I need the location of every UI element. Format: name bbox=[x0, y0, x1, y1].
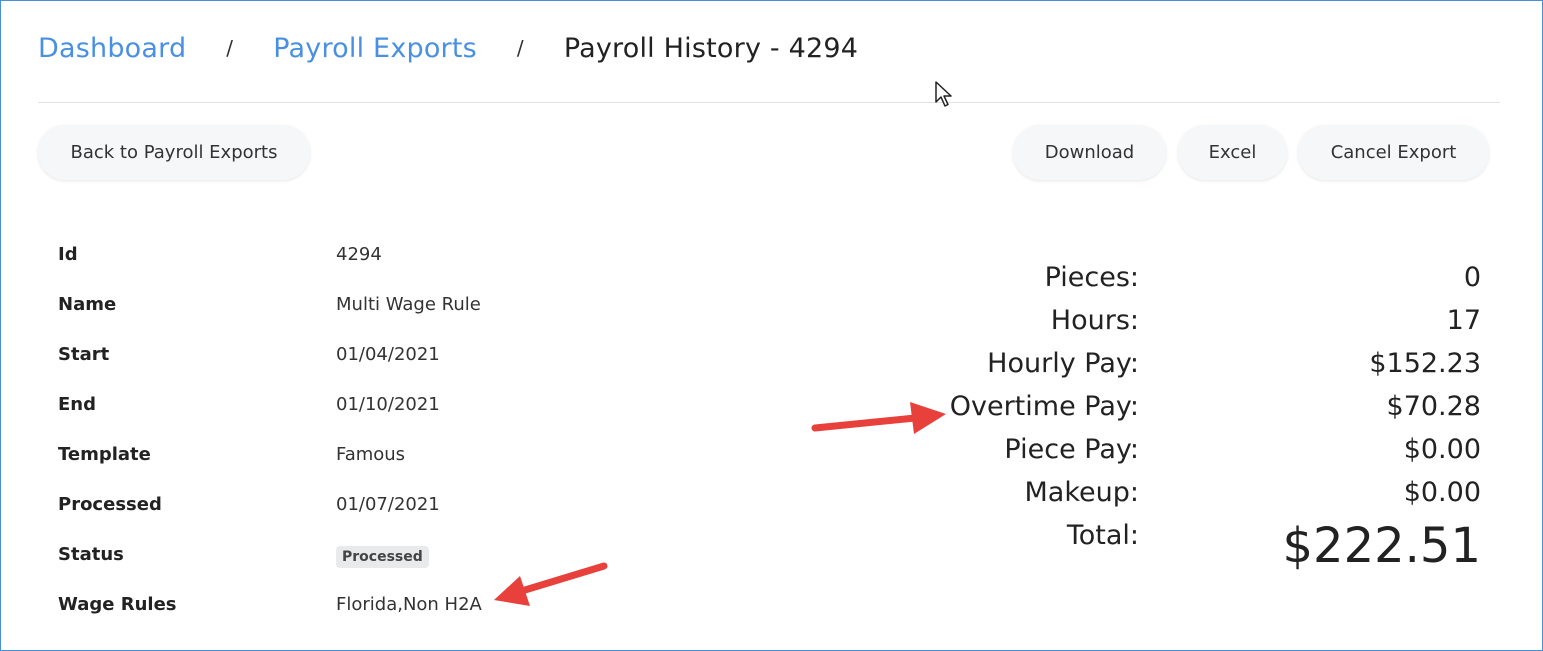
detail-row-processed: Processed 01/07/2021 bbox=[58, 480, 578, 530]
header-divider bbox=[38, 102, 1500, 103]
detail-row-wage-rules: Wage Rules Florida,Non H2A bbox=[58, 580, 578, 630]
detail-value: 4294 bbox=[336, 244, 382, 265]
summary-label: Piece Pay: bbox=[1004, 434, 1139, 465]
summary-value: $152.23 bbox=[1369, 348, 1481, 379]
detail-value: 01/10/2021 bbox=[336, 394, 440, 415]
summary-row-hours: Hours: 17 bbox=[880, 303, 1485, 346]
summary-row-piece-pay: Piece Pay: $0.00 bbox=[880, 432, 1485, 475]
total-amount: $222.51 bbox=[1282, 518, 1482, 574]
summary-label: Total: bbox=[1066, 520, 1139, 551]
summary-label: Hourly Pay: bbox=[987, 348, 1139, 379]
detail-row-start: Start 01/04/2021 bbox=[58, 330, 578, 380]
breadcrumb-payroll-exports-link[interactable]: Payroll Exports bbox=[273, 33, 477, 64]
summary-value: $70.28 bbox=[1386, 391, 1481, 422]
breadcrumb-dashboard-link[interactable]: Dashboard bbox=[38, 33, 186, 64]
detail-label: Processed bbox=[58, 494, 162, 515]
summary-row-total: Total: $222.51 bbox=[880, 518, 1485, 588]
excel-button[interactable]: Excel bbox=[1178, 125, 1287, 180]
detail-label: Name bbox=[58, 294, 117, 315]
summary-row-makeup: Makeup: $0.00 bbox=[880, 475, 1485, 518]
detail-value: 01/04/2021 bbox=[336, 344, 440, 365]
summary-label: Pieces: bbox=[1044, 262, 1139, 293]
detail-row-end: End 01/10/2021 bbox=[58, 380, 578, 430]
page-title: Payroll History - 4294 bbox=[563, 32, 859, 64]
detail-value: Famous bbox=[336, 444, 406, 465]
detail-value: Florida,Non H2A bbox=[336, 594, 482, 615]
summary-value: 0 bbox=[1463, 262, 1481, 293]
summary-row-pieces: Pieces: 0 bbox=[880, 260, 1485, 303]
summary-value: $0.00 bbox=[1403, 434, 1481, 465]
detail-row-name: Name Multi Wage Rule bbox=[58, 280, 578, 330]
detail-label: Id bbox=[58, 244, 78, 265]
detail-label: Start bbox=[58, 344, 110, 365]
breadcrumb-separator: / bbox=[516, 36, 524, 60]
download-button[interactable]: Download bbox=[1013, 125, 1166, 180]
detail-label: End bbox=[58, 394, 96, 415]
breadcrumb: Dashboard / Payroll Exports / Payroll Hi… bbox=[38, 28, 858, 68]
detail-value: Multi Wage Rule bbox=[336, 294, 481, 315]
detail-label: Wage Rules bbox=[58, 594, 177, 615]
detail-row-template: Template Famous bbox=[58, 430, 578, 480]
summary-label: Makeup: bbox=[1024, 477, 1139, 508]
summary-label: Hours: bbox=[1050, 305, 1139, 336]
detail-row-id: Id 4294 bbox=[58, 230, 578, 280]
summary-row-overtime-pay: Overtime Pay: $70.28 bbox=[880, 389, 1485, 432]
cancel-export-button[interactable]: Cancel Export bbox=[1298, 125, 1489, 180]
summary-row-hourly-pay: Hourly Pay: $152.23 bbox=[880, 346, 1485, 389]
status-badge: Processed bbox=[336, 546, 429, 568]
summary-value: 17 bbox=[1446, 305, 1481, 336]
detail-label: Template bbox=[58, 444, 151, 465]
summary-label: Overtime Pay: bbox=[949, 391, 1139, 422]
summary-value: $0.00 bbox=[1403, 477, 1481, 508]
back-to-payroll-exports-button[interactable]: Back to Payroll Exports bbox=[38, 125, 310, 180]
mouse-cursor-icon bbox=[935, 81, 952, 107]
detail-value: 01/07/2021 bbox=[336, 494, 440, 515]
breadcrumb-separator: / bbox=[226, 36, 234, 60]
detail-label: Status bbox=[58, 544, 124, 565]
detail-row-status: Status Processed bbox=[58, 530, 578, 580]
